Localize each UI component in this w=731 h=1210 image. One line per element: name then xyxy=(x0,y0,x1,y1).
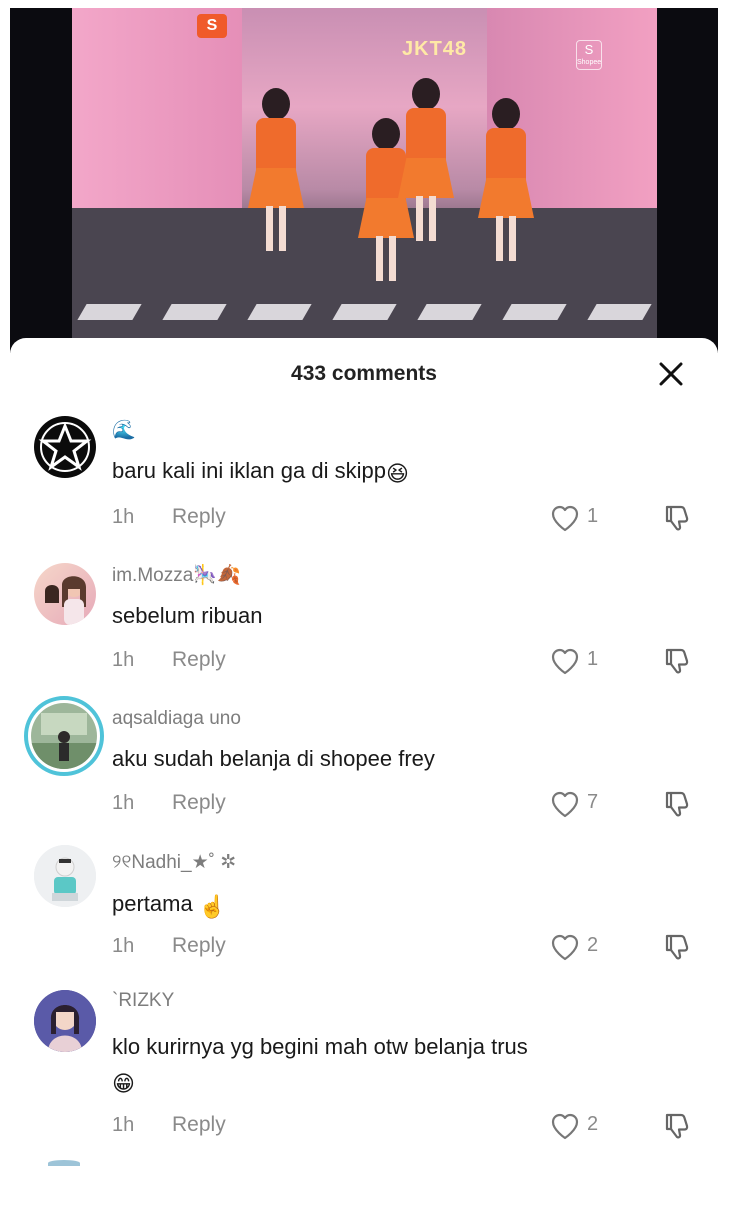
grinning-emoji: 😁 xyxy=(112,1071,135,1096)
shopee-watermark: S Shopee xyxy=(576,40,602,70)
comment-username[interactable]: aqsaldiaga uno xyxy=(112,708,241,730)
like-count: 2 xyxy=(587,1113,599,1135)
profile-photo-icon xyxy=(34,845,96,907)
close-button[interactable] xyxy=(655,358,687,390)
avatar[interactable] xyxy=(34,563,96,625)
comment-text: baru kali ini iklan ga di skipp😆 xyxy=(112,458,409,486)
shopee-sign: S xyxy=(197,14,227,38)
video-thumbnail: S JKT48 S Shopee xyxy=(72,8,657,338)
comments-count-title: 433 comments xyxy=(291,362,437,385)
heart-icon[interactable] xyxy=(550,647,580,675)
brand-logo-text: JKT48 xyxy=(402,38,468,60)
thumbs-down-icon[interactable] xyxy=(662,502,692,532)
profile-photo-icon xyxy=(34,990,96,1052)
next-comment-avatar-partial xyxy=(48,1160,80,1166)
comments-sheet: 433 comments 🌊 baru kali ini iklan ga di… xyxy=(10,338,718,1210)
reply-button[interactable]: Reply xyxy=(172,1113,226,1137)
heart-icon[interactable] xyxy=(550,1112,580,1140)
close-icon xyxy=(659,362,683,386)
heart-icon[interactable] xyxy=(550,933,580,961)
like-count: 2 xyxy=(587,934,599,956)
comment-time: 1h xyxy=(112,1114,135,1136)
thumbs-down-icon[interactable] xyxy=(662,645,692,675)
profile-photo-icon xyxy=(45,576,86,625)
comment-username[interactable]: 🌊 xyxy=(112,418,136,442)
pointing-up-emoji: ☝️ xyxy=(198,894,227,919)
star-logo-icon xyxy=(38,421,92,472)
heart-icon[interactable] xyxy=(550,504,580,532)
comment-emoji-line: 😁 xyxy=(112,1068,135,1097)
comment-text: pertama ☝️ xyxy=(112,891,227,919)
thumbs-down-icon[interactable] xyxy=(662,788,692,818)
comment-username[interactable]: ୨୧Nadhi_★˚ ✲ xyxy=(112,851,236,874)
thumbs-down-icon[interactable] xyxy=(662,931,692,961)
reply-button[interactable]: Reply xyxy=(172,648,226,672)
comment-time: 1h xyxy=(112,506,135,528)
avatar[interactable] xyxy=(24,696,104,776)
reply-button[interactable]: Reply xyxy=(172,934,226,958)
avatar[interactable] xyxy=(34,416,96,478)
like-count: 1 xyxy=(587,648,599,670)
comment-text: sebelum ribuan xyxy=(112,603,263,628)
avatar[interactable] xyxy=(34,845,96,907)
video-player[interactable]: S JKT48 S Shopee xyxy=(10,8,718,353)
laughing-emoji: 😆 xyxy=(385,461,409,486)
comment-time: 1h xyxy=(112,649,135,671)
comment-username[interactable]: `RIZKY xyxy=(112,990,174,1012)
heart-icon[interactable] xyxy=(550,790,580,818)
comment-time: 1h xyxy=(112,935,135,957)
like-count: 7 xyxy=(587,791,599,813)
reply-button[interactable]: Reply xyxy=(172,791,226,815)
profile-photo-icon xyxy=(31,703,97,769)
avatar[interactable] xyxy=(34,990,96,1052)
comment-text: klo kurirnya yg begini mah otw belanja t… xyxy=(112,1034,528,1059)
thumbs-down-icon[interactable] xyxy=(662,1110,692,1140)
scene-building-left xyxy=(72,8,242,208)
comment-text: aku sudah belanja di shopee frey xyxy=(112,746,435,771)
comment-time: 1h xyxy=(112,792,135,814)
comment-username[interactable]: im.Mozza🎠🍂 xyxy=(112,563,241,587)
reply-button[interactable]: Reply xyxy=(172,505,226,529)
like-count: 1 xyxy=(587,505,599,527)
